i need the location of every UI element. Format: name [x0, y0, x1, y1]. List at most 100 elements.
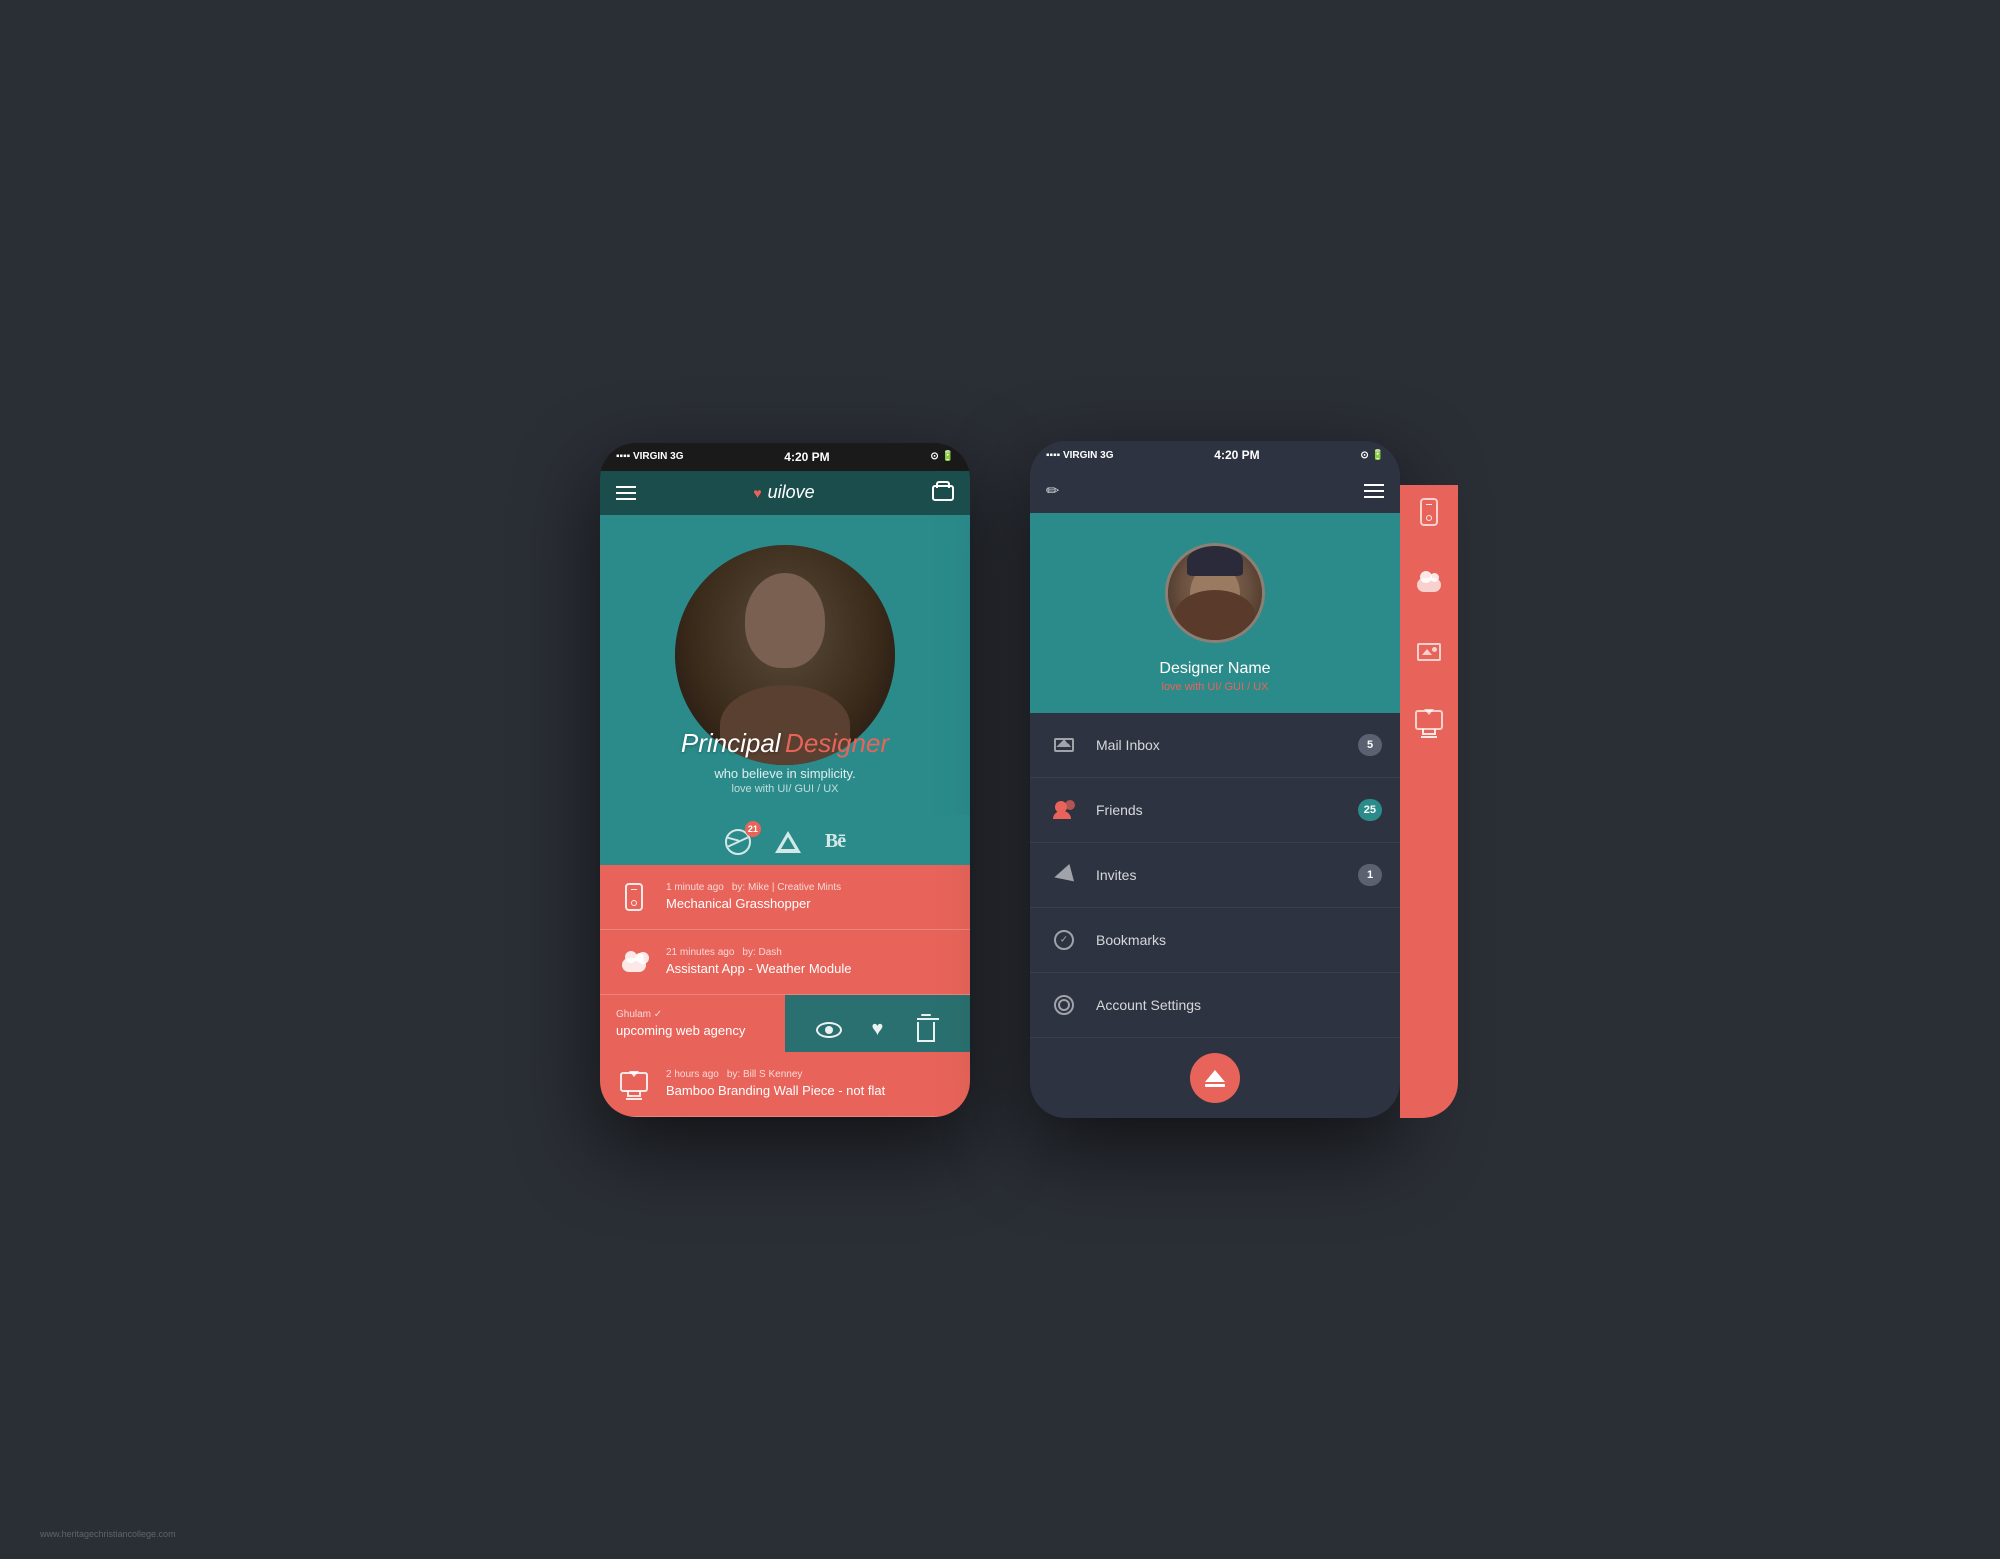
menu-item-settings[interactable]: Account Settings: [1030, 973, 1400, 1038]
feed-item-4-by: by: Bill S Kenney: [727, 1069, 803, 1080]
status-bar-2: ▪▪▪▪ VIRGIN 3G 4:20 PM ⊙ 🔋: [1030, 441, 1400, 469]
heart-logo-icon: ♥: [753, 485, 761, 501]
delete-action-button[interactable]: [910, 1014, 942, 1046]
profile-section: Designer Name love with UI/ GUI / UX: [1030, 513, 1400, 713]
cloud-body: [622, 958, 646, 972]
feed-item-3[interactable]: Ghulam ✓ upcoming web agency: [600, 995, 804, 1052]
dribbble-button[interactable]: 21: [725, 829, 751, 855]
strip-cloud-body: [1417, 578, 1441, 592]
paper-plane-icon: [1054, 866, 1074, 884]
eject-bar-icon: [1205, 1084, 1225, 1087]
feed-item-3-by: Ghulam ✓: [616, 1009, 662, 1020]
briefcase-icon[interactable]: [932, 485, 954, 501]
monitor-icon: [620, 1072, 648, 1092]
feed-item-4[interactable]: 2 hours ago by: Bill S Kenney Bamboo Bra…: [600, 1052, 970, 1117]
feed-item-1-meta: 1 minute ago by: Mike | Creative Mints: [666, 882, 954, 893]
arch-icon: [775, 831, 801, 853]
feed-icon-monitor: [616, 1066, 652, 1102]
menu-item-invites[interactable]: Invites 1: [1030, 843, 1400, 908]
status-icons-2: ⊙ 🔋: [1360, 450, 1384, 461]
feed-item-2-meta: 21 minutes ago by: Dash: [666, 947, 954, 958]
feed-item-3-title: upcoming web agency: [616, 1023, 788, 1038]
phone1-wrapper: ▪▪▪▪ VIRGIN 3G 4:20 PM ⊙ 🔋 ♥ uilove: [600, 443, 970, 1117]
feed-item-1-text: 1 minute ago by: Mike | Creative Mints M…: [666, 882, 954, 911]
bookmark-icon: [1054, 930, 1074, 950]
view-action-button[interactable]: [813, 1014, 845, 1046]
menu-item-friends[interactable]: Friends 25: [1030, 778, 1400, 843]
strip-monitor: [1415, 710, 1443, 730]
bookmarks-icon-wrap: [1048, 924, 1080, 956]
behance-icon: Bē: [825, 830, 845, 852]
designer-label: Designer: [785, 728, 889, 758]
cloud-icon: [619, 952, 649, 972]
eject-triangle-icon: [1205, 1070, 1225, 1082]
feed-item-1-by: by: Mike | Creative Mints: [732, 882, 841, 893]
feed-item-1-time: 1 minute ago: [666, 882, 724, 893]
menu-item-bookmarks[interactable]: Bookmarks: [1030, 908, 1400, 973]
eject-button[interactable]: [1190, 1053, 1240, 1103]
edit-button[interactable]: ✏: [1046, 481, 1059, 501]
hamburger-icon-2[interactable]: [1364, 484, 1384, 498]
phone2-wrapper: ▪▪▪▪ VIRGIN 3G 4:20 PM ⊙ 🔋 ✏ Designer Na: [1030, 441, 1400, 1118]
account-settings-label: Account Settings: [1096, 997, 1382, 1013]
phones-container: ▪▪▪▪ VIRGIN 3G 4:20 PM ⊙ 🔋 ♥ uilove: [600, 441, 1400, 1118]
feed-list: 1 minute ago by: Mike | Creative Mints M…: [600, 865, 970, 1117]
time-1: 4:20 PM: [784, 450, 829, 464]
monitor-container: [620, 1072, 648, 1096]
feed-item-4-time: 2 hours ago: [666, 1069, 719, 1080]
mail-icon: [1054, 738, 1074, 752]
dribbble-badge: 21: [745, 821, 761, 837]
status-bar-1: ▪▪▪▪ VIRGIN 3G 4:20 PM ⊙ 🔋: [600, 443, 970, 471]
mail-icon-wrap: [1048, 729, 1080, 761]
logo-text: uilove: [768, 482, 815, 503]
feed-icon-phone: [616, 879, 652, 915]
feed-item-1[interactable]: 1 minute ago by: Mike | Creative Mints M…: [600, 865, 970, 930]
mail-inbox-label: Mail Inbox: [1096, 737, 1358, 753]
phone-device-icon: [625, 883, 643, 911]
heart-action-icon: ♥: [872, 1018, 884, 1041]
phone2-topbar: ✏: [1030, 469, 1400, 513]
settings-icon-wrap: [1048, 989, 1080, 1021]
feed-item-2-by: by: Dash: [742, 947, 781, 958]
feed-item-4-text: 2 hours ago by: Bill S Kenney Bamboo Bra…: [666, 1069, 954, 1098]
status-icons-1: ⊙ 🔋: [930, 451, 954, 462]
invites-label: Invites: [1096, 867, 1358, 883]
behance-button[interactable]: Bē: [825, 830, 845, 853]
phone1: ▪▪▪▪ VIRGIN 3G 4:20 PM ⊙ 🔋 ♥ uilove: [600, 443, 970, 1117]
arch-button[interactable]: [775, 831, 801, 853]
strip-monitor-icon: [1414, 707, 1444, 737]
mail-inbox-badge: 5: [1358, 734, 1382, 756]
feed-item-3-text: Ghulam ✓ upcoming web agency: [616, 1009, 788, 1038]
feed-item-2-time: 21 minutes ago: [666, 947, 734, 958]
social-icons-row: 21 Bē: [600, 815, 970, 865]
phone1-hero: Principal Designer who believe in simpli…: [600, 515, 970, 815]
feed-item-2[interactable]: 21 minutes ago by: Dash Assistant App - …: [600, 930, 970, 995]
feed-item-1-title: Mechanical Grasshopper: [666, 896, 954, 911]
principal-label: Principal: [681, 728, 781, 758]
profile-name: Designer Name: [1159, 660, 1270, 678]
feed-item-2-text: 21 minutes ago by: Dash Assistant App - …: [666, 947, 954, 976]
phone2: ▪▪▪▪ VIRGIN 3G 4:20 PM ⊙ 🔋 ✏ Designer Na: [1030, 441, 1400, 1118]
time-2: 4:20 PM: [1214, 448, 1259, 462]
menu-item-mail[interactable]: Mail Inbox 5: [1030, 713, 1400, 778]
hamburger-icon[interactable]: [616, 486, 636, 500]
hero-subtitle2: love with UI/ GUI / UX: [600, 783, 970, 795]
logo-area: ♥ uilove: [753, 482, 814, 503]
friends-badge: 25: [1358, 799, 1382, 821]
watermark: www.heritagechristiancollege.com: [40, 1529, 176, 1539]
friends-icon-wrap: [1048, 794, 1080, 826]
principal-text: Principal Designer: [600, 728, 970, 759]
eye-icon: [816, 1022, 842, 1038]
image-icon: [1417, 643, 1441, 661]
hero-subtitle1: who believe in simplicity.: [600, 766, 970, 781]
like-action-button[interactable]: ♥: [861, 1014, 893, 1046]
avatar: [1165, 543, 1265, 643]
friends-icon: [1053, 801, 1075, 819]
feed-item-2-title: Assistant App - Weather Module: [666, 961, 954, 976]
menu-list: Mail Inbox 5 Friends 25: [1030, 713, 1400, 1038]
beanie-hat: [1187, 546, 1243, 576]
trash-icon: [917, 1022, 935, 1042]
signal-2: ▪▪▪▪ VIRGIN 3G: [1046, 450, 1114, 461]
strip-phone-icon: [1414, 497, 1444, 527]
avatar-face: [1168, 546, 1262, 640]
